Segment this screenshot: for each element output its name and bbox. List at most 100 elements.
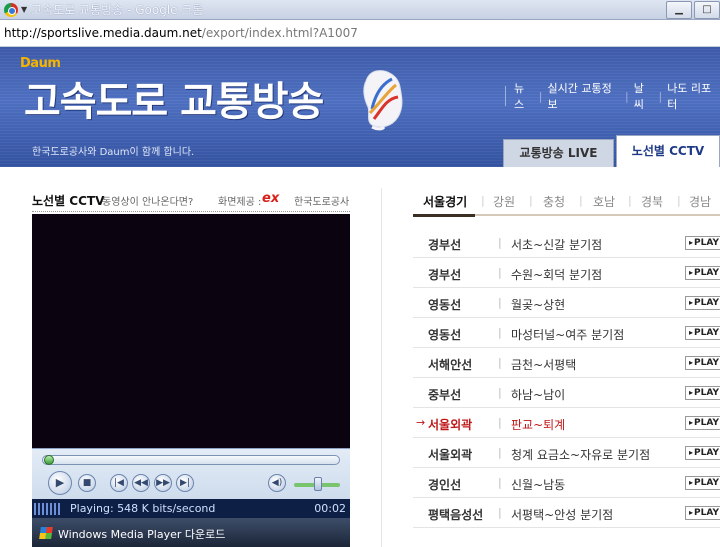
nav-traffic-info[interactable]: 실시간 교통정보 (547, 80, 620, 112)
windows-logo-icon (39, 527, 53, 539)
wmp-download-link[interactable]: Windows Media Player 다운로드 (58, 526, 225, 542)
tab-separator: | (529, 194, 533, 207)
play-button[interactable]: PLAY (685, 296, 720, 310)
url-path: /export/index.html?A1007 (201, 26, 358, 40)
route-row[interactable]: 서해안선 | 금천~서평택 PLAY (413, 348, 720, 378)
window-titlebar: ▼ 고속도로 교통방송 - Google 크롬 ▁ □ (0, 0, 720, 20)
route-section[interactable]: 신월~남동 (511, 476, 565, 493)
route-section[interactable]: 마성터널~여주 분기점 (511, 326, 624, 343)
tab-region-seoul[interactable]: 서울경기 (423, 193, 467, 210)
route-section[interactable]: 서초~신갈 분기점 (511, 236, 602, 253)
route-row[interactable]: 경부선 | 수원~회덕 분기점 PLAY (413, 258, 720, 288)
route-section[interactable]: 금천~서평택 (511, 356, 576, 373)
play-button[interactable]: PLAY (685, 416, 720, 430)
route-separator: | (498, 416, 502, 429)
volume-icon[interactable]: ◀) (268, 474, 286, 492)
volume-handle[interactable] (314, 477, 322, 491)
tab-region-honam[interactable]: 호남 (593, 193, 615, 210)
ex-logo: ex (262, 191, 280, 206)
tab-region-gyeongnam[interactable]: 경남 (689, 193, 711, 210)
play-button[interactable]: PLAY (685, 266, 720, 280)
route-name[interactable]: 서해안선 (428, 356, 472, 373)
route-name[interactable]: 서울외곽 (428, 416, 472, 433)
video-screen[interactable] (32, 214, 350, 448)
route-section[interactable]: 서평택~안성 분기점 (511, 506, 613, 523)
route-separator: | (498, 386, 502, 399)
play-button[interactable]: PLAY (685, 236, 720, 250)
tab-separator: | (628, 194, 632, 207)
route-row[interactable]: 영동선 | 마성터널~여주 분기점 PLAY (413, 318, 720, 348)
fast-forward-icon[interactable]: ▶▶ (154, 474, 172, 492)
play-button[interactable]: PLAY (685, 326, 720, 340)
url-host: http://sportslive.media.daum.net (4, 26, 202, 40)
tab-separator: | (579, 194, 583, 207)
route-section[interactable]: 판교~퇴계 (511, 416, 565, 433)
route-section[interactable]: 월곶~상현 (511, 296, 565, 313)
wmp-download-bar[interactable]: Windows Media Player 다운로드 (32, 518, 350, 547)
rewind-icon[interactable]: ◀◀ (132, 474, 150, 492)
play-button[interactable]: PLAY (685, 506, 720, 520)
route-name[interactable]: 영동선 (428, 326, 461, 343)
route-name[interactable]: 영동선 (428, 296, 461, 313)
route-row[interactable]: 중부선 | 하남~남이 PLAY (413, 378, 720, 408)
route-row[interactable]: 영동선 | 월곶~상현 PLAY (413, 288, 720, 318)
route-separator: | (498, 506, 502, 519)
nav-reporter[interactable]: 나도 리포터 (667, 80, 720, 112)
route-name[interactable]: 평택음성선 (428, 506, 483, 523)
address-bar[interactable]: http://sportslive.media.daum.net/export/… (0, 20, 720, 47)
route-row[interactable]: 서울외곽 | 청계 요금소~자유로 분기점 PLAY (413, 438, 720, 468)
route-section[interactable]: 하남~남이 (511, 386, 565, 403)
nav-news[interactable]: 뉴스 (514, 80, 534, 112)
route-section[interactable]: 수원~회덕 분기점 (511, 266, 602, 283)
seek-handle[interactable] (44, 455, 54, 465)
route-row[interactable]: 경인선 | 신월~남동 PLAY (413, 468, 720, 498)
route-row[interactable]: 경부선 | 서초~신갈 분기점 PLAY (413, 228, 720, 258)
tab-separator: | (677, 194, 681, 207)
video-help-link[interactable]: 동영상이 안나온다면? (102, 193, 193, 208)
maximize-button[interactable]: □ (694, 1, 720, 19)
route-row[interactable]: →서울외곽 | 판교~퇴계 PLAY (413, 408, 720, 438)
dropdown-arrow-icon[interactable]: ▼ (21, 5, 27, 14)
tab-region-gangwon[interactable]: 강원 (493, 193, 515, 210)
column-divider (381, 188, 382, 547)
route-row[interactable]: 평택음성선 | 서평택~안성 분기점 PLAY (413, 498, 720, 528)
provider-org: 한국도로공사 (294, 197, 350, 208)
route-name[interactable]: 경부선 (428, 236, 461, 253)
route-separator: | (498, 356, 502, 369)
previous-icon[interactable]: |◀ (110, 474, 128, 492)
tab-region-gyeongbuk[interactable]: 경북 (641, 193, 663, 210)
nav-weather[interactable]: 날씨 (634, 80, 654, 112)
route-separator: | (498, 476, 502, 489)
cctv-title: 노선별 CCTV (32, 194, 105, 208)
route-name[interactable]: 경인선 (428, 476, 461, 493)
route-name[interactable]: 서울외곽 (428, 446, 472, 463)
route-separator: | (498, 296, 502, 309)
chrome-icon[interactable] (4, 2, 18, 17)
tab-region-chungcheong[interactable]: 충청 (543, 193, 565, 210)
route-separator: | (498, 446, 502, 459)
route-separator: | (498, 266, 502, 279)
tab-traffic-live[interactable]: 교통방송 LIVE (503, 139, 614, 167)
minimize-button[interactable]: ▁ (666, 1, 692, 19)
play-button[interactable]: PLAY (685, 356, 720, 370)
next-icon[interactable]: ▶| (176, 474, 194, 492)
tab-route-cctv[interactable]: 노선별 CCTV (616, 135, 720, 167)
seek-bar[interactable] (42, 455, 340, 465)
window-controls: ▁ □ (664, 0, 720, 20)
route-name[interactable]: 중부선 (428, 386, 461, 403)
route-separator: | (498, 326, 502, 339)
page-title[interactable]: 고속도로 교통방송 (24, 69, 324, 127)
play-icon[interactable]: ▶ (48, 471, 72, 495)
route-section[interactable]: 청계 요금소~자유로 분기점 (511, 446, 650, 463)
active-tab-underline (413, 214, 475, 217)
top-navigation: 뉴스 | 실시간 교통정보 | 날씨 | 나도 리포터 (505, 82, 720, 111)
play-button[interactable]: PLAY (685, 446, 720, 460)
nav-separator: | (658, 89, 663, 103)
stop-icon[interactable]: ■ (78, 474, 96, 492)
route-list: 경부선 | 서초~신갈 분기점 PLAY 경부선 | 수원~회덕 분기점 PLAY 영동선 | 월곶… (413, 228, 720, 528)
cctv-header: 노선별 CCTV 동영상이 안나온다면? 화면제공 : ex 한국도로공사 (32, 191, 352, 208)
route-separator: | (498, 236, 502, 249)
route-name[interactable]: 경부선 (428, 266, 461, 283)
play-button[interactable]: PLAY (685, 476, 720, 490)
play-button[interactable]: PLAY (685, 386, 720, 400)
